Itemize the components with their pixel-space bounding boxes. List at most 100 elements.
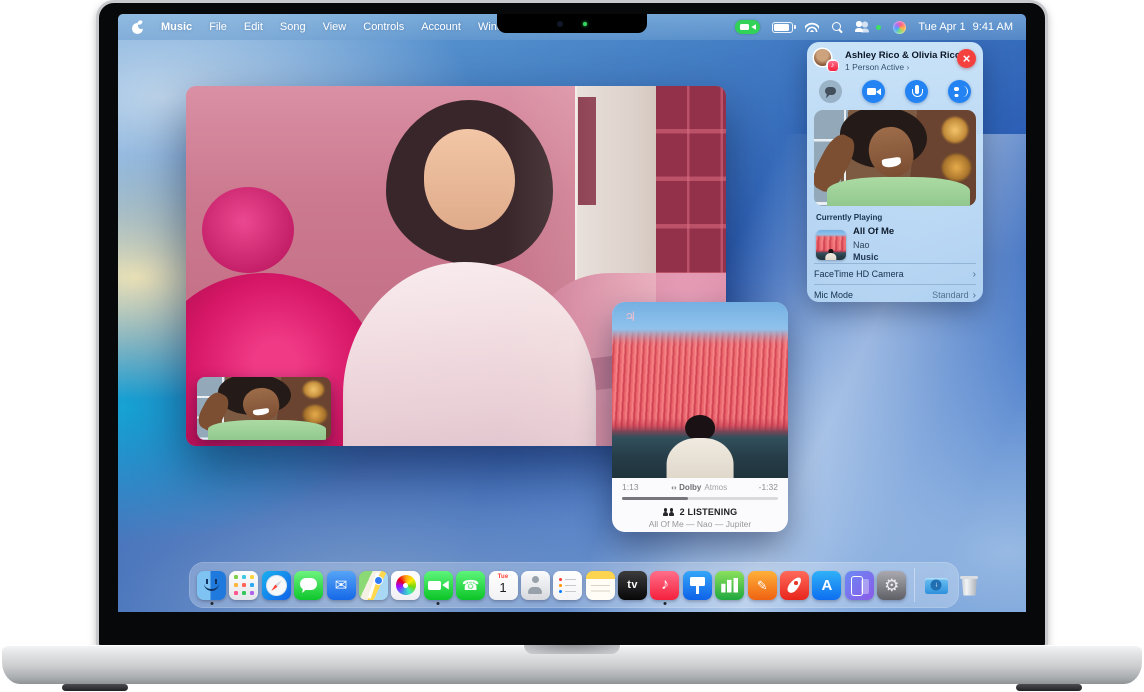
dock-music[interactable]: ♪ <box>650 571 679 600</box>
tile-man-shirt <box>827 177 970 207</box>
siri-icon[interactable] <box>893 21 906 34</box>
progress-bar[interactable] <box>622 497 778 500</box>
dock-photos[interactable] <box>391 571 420 600</box>
apple-menu-icon[interactable] <box>131 20 144 34</box>
currently-playing-row[interactable]: All Of Me Nao Music <box>814 226 976 263</box>
gear-icon: ⚙ <box>884 577 899 594</box>
dock-phone[interactable]: ☎ <box>456 571 485 600</box>
camera-in-use-indicator[interactable] <box>735 20 760 34</box>
dock-facetime[interactable] <box>424 571 453 600</box>
song-artist: Nao <box>853 239 894 251</box>
dock-numbers[interactable] <box>715 571 744 600</box>
dock-games[interactable] <box>780 571 809 600</box>
dock-mail[interactable]: ✉ <box>327 571 356 600</box>
dolby-label: Dolby <box>679 483 701 492</box>
battery-icon[interactable] <box>772 22 793 33</box>
dock-notes[interactable] <box>586 571 615 600</box>
currently-playing-label: Currently Playing <box>816 213 974 222</box>
progress-fill <box>622 497 688 500</box>
apple-logo-body <box>132 23 143 34</box>
dock-iphone-mirroring[interactable] <box>845 571 874 600</box>
currently-playing-texts: All Of Me Nao Music <box>853 226 894 263</box>
menu-song[interactable]: Song <box>280 21 306 33</box>
wifi-icon[interactable] <box>805 22 819 32</box>
call-names[interactable]: Ashley Rico & Olivia Rico 1 Person Activ… <box>845 49 951 73</box>
menu-edit[interactable]: Edit <box>244 21 263 33</box>
mic-toggle-button[interactable] <box>905 80 928 103</box>
mic-mode-label: Mic Mode <box>814 290 853 300</box>
notch-camera-led <box>583 22 587 26</box>
dock-maps[interactable] <box>359 571 388 600</box>
listeners-icon <box>663 508 676 516</box>
dock-calendar[interactable]: Tue1 <box>489 571 518 600</box>
dock-apple-tv[interactable]: tv <box>618 571 647 600</box>
music-running-dot <box>663 602 666 605</box>
dock-launchpad[interactable] <box>229 571 258 600</box>
laptop-base <box>2 645 1142 684</box>
song-source-app: Music <box>853 251 894 263</box>
atmos-label: Atmos <box>704 483 727 492</box>
remote-video-tile[interactable] <box>814 110 976 206</box>
music-app-avatar: ♪ <box>826 59 839 72</box>
spotlight-search-icon[interactable] <box>831 21 843 33</box>
messages-button[interactable] <box>819 80 842 103</box>
pages-icon: ✎ <box>757 579 768 592</box>
call-header: ♪ Ashley Rico & Olivia Rico 1 Person Act… <box>814 49 976 73</box>
dock-downloads-folder[interactable]: ↓ <box>922 571 951 600</box>
call-subtitle[interactable]: 1 Person Active › <box>845 62 951 73</box>
dock-app-store[interactable]: A <box>812 571 841 600</box>
call-controls <box>814 73 976 110</box>
dock-divider <box>914 568 915 602</box>
pip-lamp-top <box>303 381 324 398</box>
mic-chevron-icon: › <box>973 290 976 301</box>
playback-times: 1:13 ◖◗DolbyAtmos -1:32 <box>612 478 788 492</box>
dock-messages[interactable] <box>294 571 323 600</box>
listening-status: 2 LISTENING <box>612 507 788 517</box>
laptop-lid: Music File Edit Song View Controls Accou… <box>96 0 1048 648</box>
video-toggle-button[interactable] <box>862 80 885 103</box>
shareplay-button[interactable] <box>948 80 971 103</box>
menu-view[interactable]: View <box>323 21 347 33</box>
menu-account[interactable]: Account <box>421 21 461 33</box>
menu-file[interactable]: File <box>209 21 227 33</box>
pip-man-shirt <box>208 420 326 440</box>
song-title: All Of Me <box>853 226 894 239</box>
tile-lamp-top <box>942 117 968 143</box>
dock-trash[interactable] <box>954 571 983 600</box>
music-icon: ♪ <box>661 577 669 593</box>
menu-app-name[interactable]: Music <box>161 21 192 33</box>
facetime-call-widget[interactable]: ♪ Ashley Rico & Olivia Rico 1 Person Act… <box>807 42 983 302</box>
dock-safari[interactable] <box>262 571 291 600</box>
menu-bar-left: Music File Edit Song View Controls Accou… <box>131 20 557 34</box>
display-notch <box>497 14 647 33</box>
shareplay-player-card[interactable]: ♃ 1:13 ◖◗DolbyAtmos -1:32 2 LISTENING Al… <box>612 302 788 532</box>
track-line: All Of Me — Nao — Jupiter <box>612 519 788 529</box>
notch-camera-dot <box>557 21 563 27</box>
camera-row-label: FaceTime HD Camera <box>814 269 904 279</box>
menu-controls[interactable]: Controls <box>363 21 404 33</box>
dock-contacts[interactable] <box>521 571 550 600</box>
dock-keynote[interactable] <box>683 571 712 600</box>
finder-running-dot <box>210 602 213 605</box>
dolby-atmos-badge: ◖◗DolbyAtmos <box>670 483 727 492</box>
call-title: Ashley Rico & Olivia Rico <box>845 50 951 62</box>
camera-chevron-icon: › <box>973 269 976 280</box>
subtitle-chevron-icon: › <box>906 62 909 72</box>
lid-scoop-notch <box>524 645 620 654</box>
dock: ✉ ☎ Tue1 tv ♪ ✎ A ⚙ ↓ <box>189 562 959 608</box>
dock-pages[interactable]: ✎ <box>748 571 777 600</box>
shareplay-menu-icon[interactable] <box>855 21 870 33</box>
end-call-button[interactable]: × <box>957 49 976 68</box>
thumb-figure-suit <box>825 253 836 260</box>
menu-time: 9:41 AM <box>973 21 1013 33</box>
menu-date: Tue Apr 1 <box>918 21 965 33</box>
camera-row[interactable]: FaceTime HD Camera › <box>814 263 976 284</box>
dock-system-settings[interactable]: ⚙ <box>877 571 906 600</box>
dock-finder[interactable] <box>197 571 226 600</box>
elapsed-time: 1:13 <box>622 482 639 492</box>
picture-in-picture-tile[interactable] <box>197 377 331 440</box>
dock-reminders[interactable] <box>553 571 582 600</box>
mic-mode-row[interactable]: Mic Mode Standard› <box>814 284 976 305</box>
desktop-screen: Music File Edit Song View Controls Accou… <box>118 14 1026 612</box>
menu-bar-clock[interactable]: Tue Apr 1 9:41 AM <box>918 21 1013 33</box>
